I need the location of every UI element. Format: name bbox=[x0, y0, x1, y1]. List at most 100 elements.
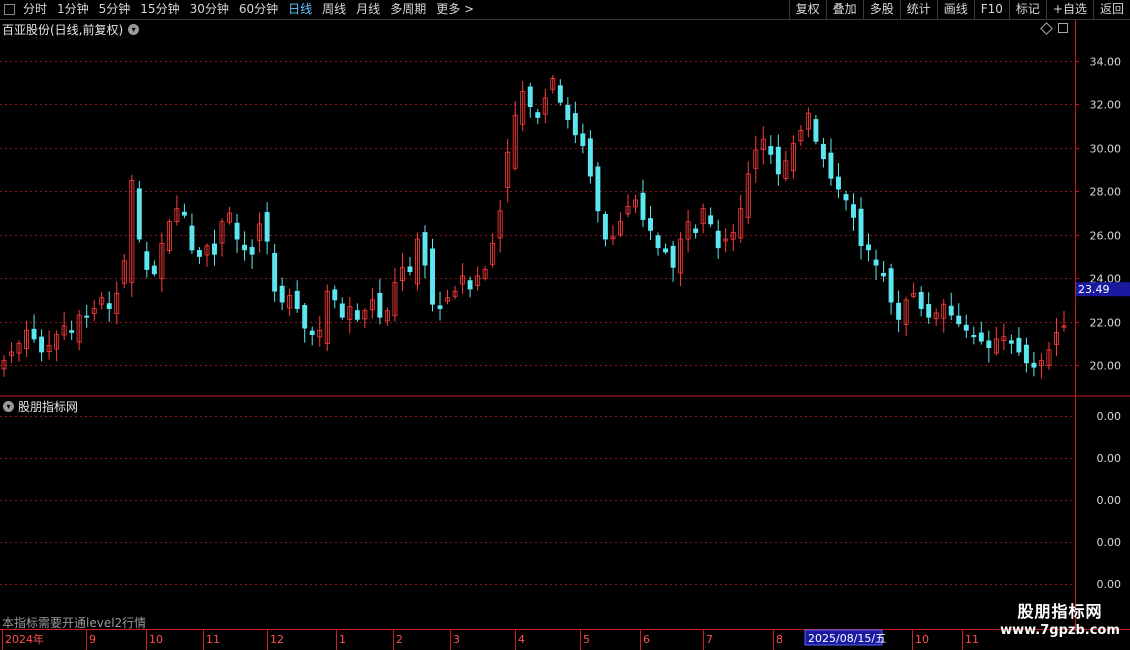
x-tick-label: 1 bbox=[339, 633, 346, 646]
candle-body bbox=[768, 146, 774, 155]
x-tick-label: 10 bbox=[149, 633, 163, 646]
sub-y-tick-label: 0.00 bbox=[1097, 536, 1122, 549]
candle-body bbox=[407, 266, 413, 273]
x-tick-label: 10 bbox=[915, 633, 929, 646]
candle-body bbox=[663, 248, 669, 253]
candle-body bbox=[820, 143, 826, 160]
indicator-title: ▾ 股朋指标网 bbox=[3, 398, 78, 414]
candle-body bbox=[189, 225, 195, 251]
candle-body bbox=[294, 290, 300, 309]
candle-body bbox=[309, 330, 315, 336]
candle-body bbox=[84, 315, 90, 318]
candle-body bbox=[212, 243, 217, 255]
candle-body bbox=[648, 218, 653, 231]
candle-body bbox=[557, 85, 563, 103]
candle-body bbox=[948, 305, 954, 316]
candle-body bbox=[670, 245, 676, 268]
x-tick-label: 2 bbox=[396, 633, 403, 646]
candle-body bbox=[858, 208, 864, 246]
candle-body bbox=[978, 332, 984, 342]
candle-body bbox=[430, 248, 435, 305]
y-tick-label: 32.00 bbox=[1090, 99, 1122, 112]
candle-body bbox=[813, 119, 819, 142]
candle-body bbox=[580, 133, 586, 147]
candle-body bbox=[264, 212, 270, 242]
candle-body bbox=[249, 246, 255, 255]
x-tick-label: 9 bbox=[89, 633, 96, 646]
candle-body bbox=[828, 152, 834, 179]
candle-body bbox=[715, 230, 721, 249]
candle-body bbox=[572, 113, 578, 136]
candle-body bbox=[144, 251, 150, 270]
candle-body bbox=[272, 252, 278, 292]
candle-body bbox=[69, 330, 75, 333]
x-tick-label: 4 bbox=[518, 633, 525, 646]
x-tick-label: 11 bbox=[965, 633, 979, 646]
sub-y-tick-label: 0.00 bbox=[1097, 494, 1122, 507]
chevron-down-icon[interactable]: ▾ bbox=[3, 400, 14, 412]
candle-body bbox=[956, 315, 962, 325]
candle-body bbox=[332, 289, 338, 301]
candle-body bbox=[339, 303, 345, 318]
candle-body bbox=[467, 280, 473, 290]
watermark-title: 股朋指标网 bbox=[1017, 602, 1103, 621]
chevron-down-icon[interactable]: ▾ bbox=[128, 23, 140, 35]
candle-body bbox=[640, 192, 646, 220]
date-highlight-label: 2025/08/15/五 bbox=[808, 632, 886, 645]
x-tick-label: 6 bbox=[643, 633, 650, 646]
level2-note: 本指标需要开通level2行情 bbox=[2, 616, 147, 630]
candle-body bbox=[242, 244, 248, 251]
candle-body bbox=[39, 336, 45, 353]
kline-chart[interactable]: 34.0032.0030.0028.0026.0024.0022.0020.00… bbox=[0, 0, 1130, 650]
candle-body bbox=[775, 146, 781, 175]
candle-body bbox=[655, 235, 661, 249]
sub-y-tick-label: 0.00 bbox=[1097, 452, 1122, 465]
candle-body bbox=[31, 328, 37, 340]
main-chart-title: 百亚股份(日线,前复权) ▾ bbox=[2, 21, 140, 37]
candle-body bbox=[535, 112, 541, 118]
x-tick-label: 5 bbox=[583, 633, 590, 646]
candle-body bbox=[963, 324, 969, 331]
candle-body bbox=[836, 176, 841, 190]
y-tick-label: 22.00 bbox=[1090, 317, 1122, 330]
candle-body bbox=[587, 138, 593, 177]
candle-body bbox=[843, 194, 849, 201]
y-tick-label: 28.00 bbox=[1090, 186, 1122, 199]
candle-body bbox=[926, 303, 932, 318]
candle-body bbox=[377, 292, 383, 318]
x-tick-label: 8 bbox=[776, 633, 783, 646]
current-price-label: 23.49 bbox=[1078, 283, 1110, 296]
candle-body bbox=[1016, 337, 1022, 353]
candle-body bbox=[136, 188, 142, 240]
candle-body bbox=[1031, 362, 1037, 368]
candle-body bbox=[279, 285, 285, 303]
panel-toggle-icon[interactable] bbox=[1058, 23, 1068, 33]
x-tick-label: 2024年 bbox=[5, 632, 44, 646]
candle-body bbox=[527, 86, 533, 108]
candle-body bbox=[565, 104, 571, 121]
candle-body bbox=[234, 222, 240, 240]
candle-body bbox=[151, 265, 157, 275]
diamond-icon[interactable] bbox=[1040, 21, 1053, 35]
watermark-url: www.7gpzb.com bbox=[1000, 623, 1120, 638]
candle-body bbox=[196, 250, 202, 257]
y-tick-label: 34.00 bbox=[1090, 56, 1122, 69]
candle-body bbox=[602, 214, 608, 240]
candle-body bbox=[918, 292, 924, 309]
panel-controls bbox=[1040, 21, 1068, 35]
candle-body bbox=[106, 303, 112, 309]
candle-body bbox=[181, 211, 187, 216]
candle-body bbox=[354, 310, 360, 320]
candle-body bbox=[971, 334, 977, 338]
candle-body bbox=[866, 244, 872, 251]
candle-body bbox=[888, 268, 894, 303]
candle-body bbox=[1023, 344, 1029, 364]
candle-body bbox=[302, 305, 308, 329]
x-tick-label: 3 bbox=[453, 633, 460, 646]
x-tick-label: 12 bbox=[270, 633, 284, 646]
y-tick-label: 20.00 bbox=[1090, 360, 1122, 373]
y-tick-label: 26.00 bbox=[1090, 230, 1122, 243]
indicator-name: 股朋指标网 bbox=[18, 399, 79, 414]
watermark: 股朋指标网 www.7gpzb.com bbox=[990, 602, 1130, 640]
x-tick-label: 11 bbox=[206, 633, 220, 646]
